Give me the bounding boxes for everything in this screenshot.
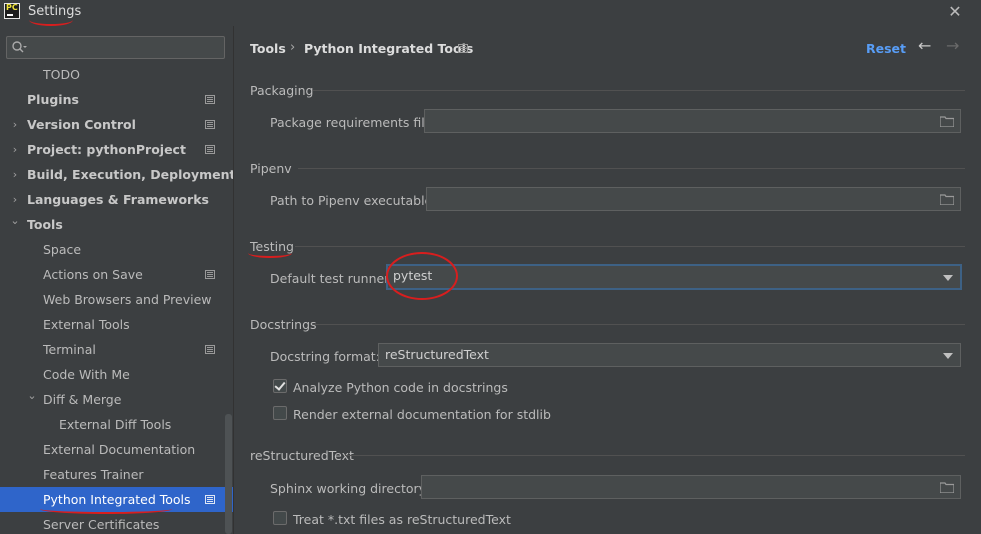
project-settings-icon: [205, 495, 215, 504]
back-arrow-icon[interactable]: ←: [918, 36, 931, 55]
section-title-restructuredtext: reStructuredText: [250, 448, 354, 463]
pycharm-logo-icon: PC: [4, 3, 20, 19]
section-title-pipenv: Pipenv: [250, 161, 292, 176]
sidebar-item-label: Web Browsers and Preview: [43, 292, 212, 307]
sidebar-item-label: Languages & Frameworks: [27, 192, 209, 207]
treat-txt-label[interactable]: Treat *.txt files as reStructuredText: [293, 512, 511, 527]
default-test-runner-label: Default test runner:: [270, 271, 394, 286]
sidebar-item-project[interactable]: › Project: pythonProject: [0, 137, 233, 162]
settings-sidebar: TODO Plugins › Version Control › Project…: [0, 26, 234, 534]
sidebar-item-label: Plugins: [27, 92, 79, 107]
sidebar-item-web-browsers[interactable]: Web Browsers and Preview: [0, 287, 233, 312]
sphinx-directory-label: Sphinx working directory:: [270, 481, 430, 496]
analyze-docstrings-checkbox[interactable]: [273, 379, 287, 393]
sidebar-item-actions-on-save[interactable]: Actions on Save: [0, 262, 233, 287]
project-settings-icon: [458, 44, 468, 53]
project-settings-icon: [205, 345, 215, 354]
treat-txt-checkbox[interactable]: [273, 511, 287, 525]
breadcrumb-separator-icon: ›: [290, 40, 296, 55]
sidebar-item-label: Build, Execution, Deployment: [27, 167, 234, 182]
sidebar-item-label: External Tools: [43, 317, 130, 332]
sidebar-item-label: Terminal: [43, 342, 96, 357]
sidebar-item-features-trainer[interactable]: Features Trainer: [0, 462, 233, 487]
close-icon[interactable]: ✕: [945, 2, 965, 22]
sidebar-item-label: Server Certificates: [43, 517, 160, 532]
sidebar-item-label: Tools: [27, 217, 63, 232]
sidebar-item-languages-frameworks[interactable]: › Languages & Frameworks: [0, 187, 233, 212]
sidebar-item-todo[interactable]: TODO: [0, 62, 233, 87]
default-test-runner-select[interactable]: pytest: [386, 264, 962, 290]
folder-icon[interactable]: [940, 116, 954, 127]
sidebar-item-space[interactable]: Space: [0, 237, 233, 262]
sidebar-item-label: Code With Me: [43, 367, 130, 382]
project-settings-icon: [205, 270, 215, 279]
pipenv-path-field[interactable]: [426, 187, 961, 211]
sidebar-item-label: External Documentation: [43, 442, 196, 457]
breadcrumb-item-python-integrated-tools: Python Integrated Tools: [304, 41, 474, 56]
forward-arrow-icon[interactable]: →: [946, 36, 959, 55]
sidebar-item-label: TODO: [43, 67, 80, 82]
annotation-underline: [29, 14, 73, 26]
sidebar-item-build-execution-deployment[interactable]: › Build, Execution, Deployment: [0, 162, 233, 187]
sidebar-item-external-tools[interactable]: External Tools: [0, 312, 233, 337]
title-bar: PC Settings ✕: [0, 0, 981, 26]
sidebar-item-label: Features Trainer: [43, 467, 144, 482]
chevron-right-icon[interactable]: ›: [9, 137, 21, 162]
sidebar-item-label: Actions on Save: [43, 267, 143, 282]
docstring-format-select[interactable]: reStructuredText: [378, 343, 961, 367]
folder-icon[interactable]: [940, 482, 954, 493]
sidebar-item-terminal[interactable]: Terminal: [0, 337, 233, 362]
section-divider: [313, 324, 965, 325]
sidebar-item-external-diff-tools[interactable]: External Diff Tools: [0, 412, 233, 437]
render-external-docs-label[interactable]: Render external documentation for stdlib: [293, 407, 551, 422]
project-settings-icon: [205, 95, 215, 104]
chevron-down-icon[interactable]: ⌄: [26, 383, 38, 408]
chevron-down-icon: [943, 353, 953, 359]
search-icon: [12, 41, 27, 53]
project-settings-icon: [205, 120, 215, 129]
sidebar-item-label: Space: [43, 242, 82, 257]
section-divider: [295, 246, 965, 247]
sidebar-item-tools[interactable]: ⌄ Tools: [0, 212, 233, 237]
docstring-format-value: reStructuredText: [385, 347, 489, 362]
pipenv-path-label: Path to Pipenv executable:: [270, 193, 437, 208]
chevron-down-icon[interactable]: ⌄: [9, 208, 21, 233]
breadcrumb-item-tools[interactable]: Tools: [250, 41, 286, 56]
sphinx-directory-field[interactable]: [421, 475, 961, 499]
reset-link[interactable]: Reset: [866, 41, 906, 56]
render-external-docs-checkbox[interactable]: [273, 406, 287, 420]
section-title-docstrings: Docstrings: [250, 317, 317, 332]
sidebar-item-label: External Diff Tools: [59, 417, 172, 432]
sidebar-item-label: Diff & Merge: [43, 392, 122, 407]
sidebar-item-version-control[interactable]: › Version Control: [0, 112, 233, 137]
package-requirements-label: Package requirements file:: [270, 115, 437, 130]
package-requirements-field[interactable]: [424, 109, 961, 133]
annotation-circle: [386, 252, 458, 300]
section-divider: [298, 168, 965, 169]
settings-search-input[interactable]: [6, 36, 225, 59]
section-divider: [345, 455, 965, 456]
project-settings-icon: [205, 145, 215, 154]
chevron-down-icon: [943, 275, 953, 281]
chevron-right-icon[interactable]: ›: [9, 162, 21, 187]
settings-content: Tools › Python Integrated Tools Reset ← …: [235, 26, 981, 534]
sidebar-item-label: Project: pythonProject: [27, 142, 186, 157]
section-divider: [313, 90, 965, 91]
sidebar-item-label: Version Control: [27, 117, 136, 132]
sidebar-item-plugins[interactable]: Plugins: [0, 87, 233, 112]
folder-icon[interactable]: [940, 194, 954, 205]
section-title-packaging: Packaging: [250, 83, 314, 98]
sidebar-item-diff-merge[interactable]: ⌄ Diff & Merge: [0, 387, 233, 412]
sidebar-item-external-documentation[interactable]: External Documentation: [0, 437, 233, 462]
analyze-docstrings-label[interactable]: Analyze Python code in docstrings: [293, 380, 508, 395]
sidebar-item-server-certificates[interactable]: Server Certificates: [0, 512, 233, 534]
sidebar-scrollbar[interactable]: [225, 414, 232, 534]
chevron-right-icon[interactable]: ›: [9, 112, 21, 137]
annotation-underline: [248, 248, 292, 258]
docstring-format-label: Docstring format:: [270, 349, 380, 364]
